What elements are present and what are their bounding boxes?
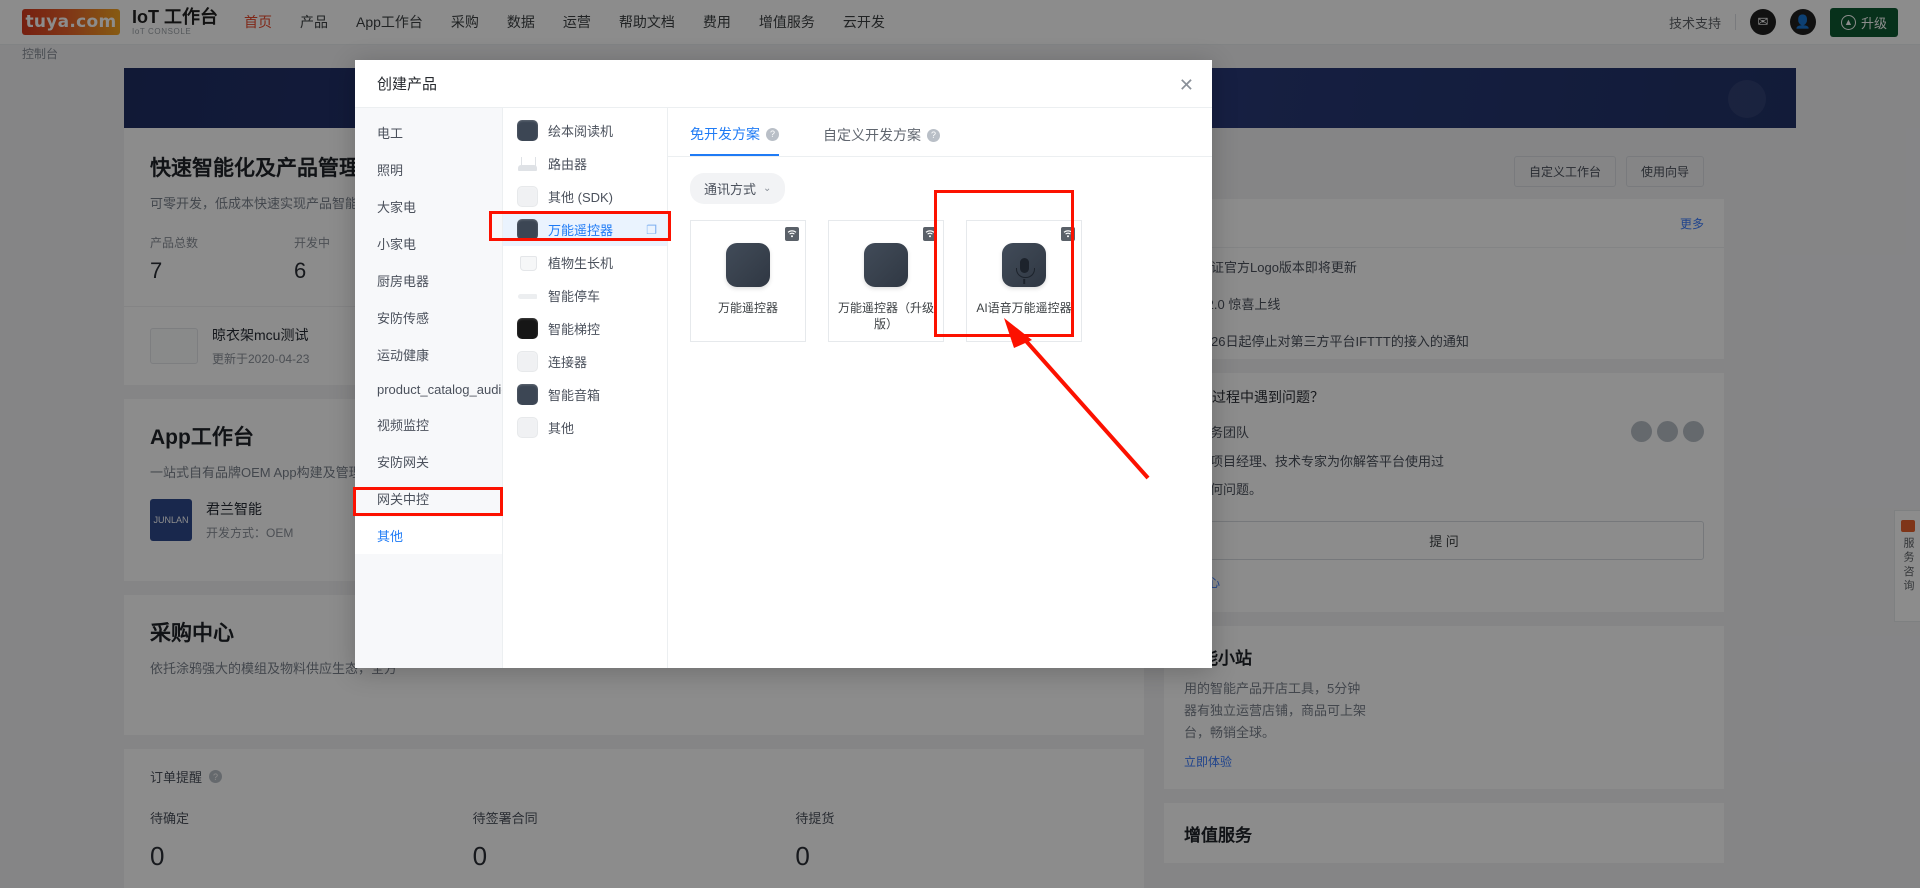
pale-square-icon: [517, 417, 538, 438]
duplicate-icon[interactable]: ❐: [646, 223, 657, 237]
tab-no-development[interactable]: 免开发方案 ?: [690, 124, 779, 156]
category-item-lighting[interactable]: 照明: [355, 151, 502, 188]
category-item-product-catalog-audio[interactable]: product_catalog_audio: [355, 373, 502, 406]
create-product-modal: 创建产品 ✕ 电工 照明 大家电 小家电 厨房电器 安防传感 运动健康 prod…: [355, 60, 1212, 668]
help-icon[interactable]: ?: [766, 128, 779, 141]
category-item-electrician[interactable]: 电工: [355, 114, 502, 151]
remote-icon: [864, 243, 908, 287]
device-item-label: 连接器: [548, 352, 587, 371]
category-item-kitchen[interactable]: 厨房电器: [355, 262, 502, 299]
device-item-connector[interactable]: 连接器: [503, 345, 667, 378]
solution-cards: 万能遥控器 万能遥控器（升级版）: [668, 204, 1212, 342]
card-label: AI语音万能遥控器: [970, 300, 1077, 316]
car-icon: [517, 285, 538, 306]
device-item-label: 植物生长机: [548, 253, 613, 272]
screen-root: tuya.com IoT 工作台 IoT CONSOLE 首页 产品 App工作…: [0, 0, 1920, 888]
microphone-stand: [1023, 279, 1025, 284]
dark-square-icon: [517, 219, 538, 240]
help-icon[interactable]: ?: [927, 129, 940, 142]
microphone-glyph: [1020, 258, 1029, 273]
tab-label: 自定义开发方案: [823, 125, 921, 145]
router-icon: [517, 153, 538, 174]
card-ai-voice-universal-remote[interactable]: AI语音万能遥控器: [966, 220, 1082, 342]
card-universal-remote[interactable]: 万能遥控器: [690, 220, 806, 342]
device-item-label: 智能停车: [548, 286, 600, 305]
card-universal-remote-upgraded[interactable]: 万能遥控器（升级版）: [828, 220, 944, 342]
chevron-down-icon: ⌄: [763, 183, 771, 194]
device-item-label: 绘本阅读机: [548, 121, 613, 140]
remote-icon: [726, 243, 770, 287]
device-item-other[interactable]: 其他: [503, 411, 667, 444]
close-icon[interactable]: ✕: [1179, 76, 1194, 94]
device-item-label: 智能音箱: [548, 385, 600, 404]
wifi-tile-icon: [517, 351, 538, 372]
tab-custom-development[interactable]: 自定义开发方案 ?: [823, 124, 940, 156]
category-item-security-gateway[interactable]: 安防网关: [355, 443, 502, 480]
category-column: 电工 照明 大家电 小家电 厨房电器 安防传感 运动健康 product_cat…: [355, 108, 503, 668]
wifi-icon: [1061, 227, 1075, 241]
device-item-other-sdk[interactable]: 其他 (SDK): [503, 180, 667, 213]
device-item-universal-remote[interactable]: 万能遥控器 ❐: [503, 213, 667, 246]
device-item-picture-book-reader[interactable]: 绘本阅读机: [503, 114, 667, 147]
category-item-sports-health[interactable]: 运动健康: [355, 336, 502, 373]
mic-remote-icon: [1002, 243, 1046, 287]
dark-square-icon: [517, 120, 538, 141]
wifi-icon: [923, 227, 937, 241]
category-item-video-surveillance[interactable]: 视频监控: [355, 406, 502, 443]
solution-column: 免开发方案 ? 自定义开发方案 ? 通讯方式 ⌄: [668, 108, 1212, 668]
device-item-smart-speaker[interactable]: 智能音箱: [503, 378, 667, 411]
device-item-plant-grower[interactable]: 植物生长机: [503, 246, 667, 279]
solution-tabs: 免开发方案 ? 自定义开发方案 ?: [668, 108, 1212, 157]
device-item-smart-elevator[interactable]: 智能梯控: [503, 312, 667, 345]
black-panel-icon: [517, 318, 538, 339]
card-label: 万能遥控器（升级版）: [829, 300, 943, 332]
filter-bar: 通讯方式 ⌄: [668, 157, 1212, 204]
device-item-label: 其他 (SDK): [548, 187, 613, 206]
modal-header: 创建产品 ✕: [355, 60, 1212, 107]
device-item-router[interactable]: 路由器: [503, 147, 667, 180]
pot-icon: [517, 252, 538, 273]
category-item-other[interactable]: 其他: [355, 517, 502, 554]
tab-label: 免开发方案: [690, 124, 760, 144]
category-item-gateway-control[interactable]: 网关中控: [355, 480, 502, 517]
device-item-label: 万能遥控器: [548, 220, 613, 239]
wifi-icon: [785, 227, 799, 241]
device-item-smart-parking[interactable]: 智能停车: [503, 279, 667, 312]
card-label: 万能遥控器: [712, 300, 784, 316]
device-item-label: 智能梯控: [548, 319, 600, 338]
filter-label: 通讯方式: [704, 179, 756, 198]
modal-title: 创建产品: [377, 73, 437, 94]
category-item-large-appliance[interactable]: 大家电: [355, 188, 502, 225]
pale-square-icon: [517, 186, 538, 207]
device-item-label: 路由器: [548, 154, 587, 173]
category-item-small-appliance[interactable]: 小家电: [355, 225, 502, 262]
modal-body: 电工 照明 大家电 小家电 厨房电器 安防传感 运动健康 product_cat…: [355, 107, 1212, 668]
device-column: 绘本阅读机 路由器 其他 (SDK) 万能遥控器 ❐ 植物生长机: [503, 108, 668, 668]
dark-square-icon: [517, 384, 538, 405]
category-item-security-sensor[interactable]: 安防传感: [355, 299, 502, 336]
device-item-label: 其他: [548, 418, 574, 437]
communication-method-filter[interactable]: 通讯方式 ⌄: [690, 173, 785, 204]
